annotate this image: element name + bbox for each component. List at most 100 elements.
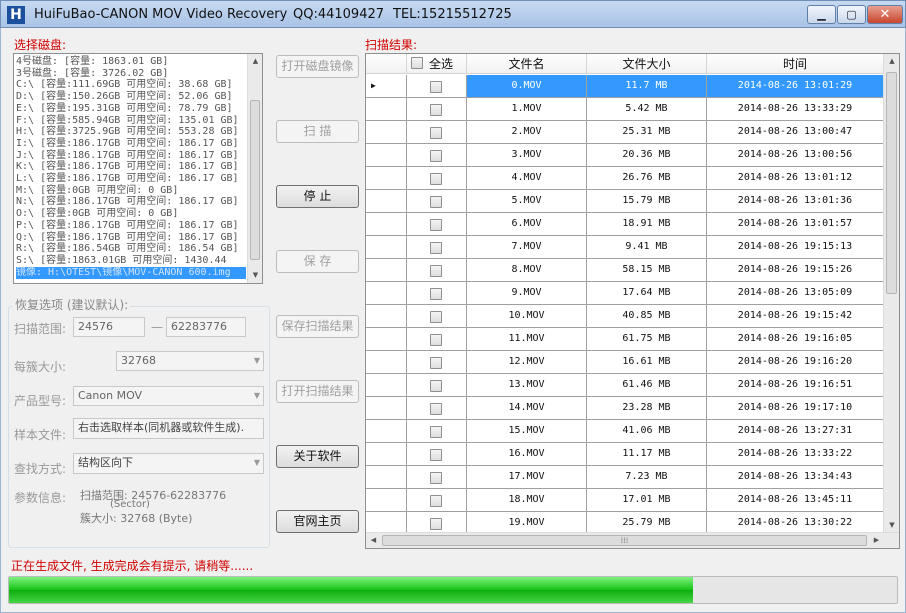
minimize-button[interactable]: ▁: [807, 5, 836, 24]
row-header[interactable]: [366, 236, 407, 259]
select-all-checkbox[interactable]: [411, 57, 423, 69]
cell-name[interactable]: 0.MOV: [467, 75, 587, 98]
results-vertical-scrollbar[interactable]: ▲ ▼: [883, 54, 899, 533]
row-checkbox-cell[interactable]: [407, 489, 467, 512]
sample-file-input[interactable]: 右击选取样本(同机器或软件生成).: [73, 418, 264, 439]
cell-time[interactable]: 2014-08-26 13:27:31: [707, 420, 884, 443]
table-row[interactable]: 9.MOV 17.64 MB 2014-08-26 13:05:09: [366, 282, 884, 305]
cell-size[interactable]: 26.76 MB: [587, 167, 707, 190]
row-checkbox-cell[interactable]: [407, 443, 467, 466]
table-row[interactable]: ▶ 0.MOV 11.7 MB 2014-08-26 13:01:29: [366, 75, 884, 98]
row-checkbox-cell[interactable]: [407, 328, 467, 351]
table-row[interactable]: 7.MOV 9.41 MB 2014-08-26 19:15:13: [366, 236, 884, 259]
cell-name[interactable]: 2.MOV: [467, 121, 587, 144]
row-checkbox[interactable]: [430, 334, 442, 346]
disk-list-item[interactable]: L:\ [容量:186.17GB 可用空间: 186.17 GB]: [16, 173, 239, 185]
cell-name[interactable]: 10.MOV: [467, 305, 587, 328]
disk-list-item[interactable]: E:\ [容量:195.31GB 可用空间: 78.79 GB]: [16, 103, 233, 115]
cell-time[interactable]: 2014-08-26 13:01:36: [707, 190, 884, 213]
disk-list-item[interactable]: C:\ [容量:111.69GB 可用空间: 38.68 GB]: [16, 79, 233, 91]
row-header[interactable]: [366, 374, 407, 397]
disk-listbox[interactable]: 4号磁盘: [容量: 1863.01 GB] 3号磁盘: [容量: 3726.02…: [13, 53, 263, 284]
website-button[interactable]: 官网主页: [276, 510, 359, 533]
row-header[interactable]: [366, 121, 407, 144]
scroll-left-icon[interactable]: ◀: [366, 533, 381, 548]
cell-size[interactable]: 11.17 MB: [587, 443, 707, 466]
scan-end-input[interactable]: 62283776: [166, 317, 246, 337]
cell-time[interactable]: 2014-08-26 19:16:05: [707, 328, 884, 351]
cell-name[interactable]: 6.MOV: [467, 213, 587, 236]
row-checkbox-cell[interactable]: [407, 236, 467, 259]
row-header[interactable]: [366, 305, 407, 328]
disk-list-item[interactable]: O:\ [容量:0GB 可用空间: 0 GB]: [16, 208, 178, 220]
cell-size[interactable]: 5.42 MB: [587, 98, 707, 121]
stop-button[interactable]: 停 止: [276, 185, 359, 208]
cell-time[interactable]: 2014-08-26 13:00:47: [707, 121, 884, 144]
cell-name[interactable]: 17.MOV: [467, 466, 587, 489]
cell-name[interactable]: 9.MOV: [467, 282, 587, 305]
cell-size[interactable]: 41.06 MB: [587, 420, 707, 443]
row-checkbox[interactable]: [430, 472, 442, 484]
row-checkbox-cell[interactable]: [407, 282, 467, 305]
row-checkbox[interactable]: [430, 426, 442, 438]
disk-list-item[interactable]: M:\ [容量:0GB 可用空间: 0 GB]: [16, 185, 178, 197]
row-checkbox-cell[interactable]: [407, 213, 467, 236]
table-row[interactable]: 2.MOV 25.31 MB 2014-08-26 13:00:47: [366, 121, 884, 144]
cell-size[interactable]: 20.36 MB: [587, 144, 707, 167]
row-checkbox[interactable]: [430, 150, 442, 162]
scan-start-input[interactable]: 24576: [73, 317, 145, 337]
table-row[interactable]: 15.MOV 41.06 MB 2014-08-26 13:27:31: [366, 420, 884, 443]
disk-list-item[interactable]: I:\ [容量:186.17GB 可用空间: 186.17 GB]: [16, 138, 239, 150]
row-checkbox-cell[interactable]: [407, 75, 467, 98]
row-checkbox-cell[interactable]: [407, 374, 467, 397]
cell-size[interactable]: 18.91 MB: [587, 213, 707, 236]
table-row[interactable]: 3.MOV 20.36 MB 2014-08-26 13:00:56: [366, 144, 884, 167]
cell-name[interactable]: 16.MOV: [467, 443, 587, 466]
open-disk-image-button[interactable]: 打开磁盘镜像: [276, 55, 359, 78]
cell-name[interactable]: 11.MOV: [467, 328, 587, 351]
close-button[interactable]: ✕: [867, 5, 903, 24]
row-checkbox[interactable]: [430, 518, 442, 530]
cell-name[interactable]: 14.MOV: [467, 397, 587, 420]
row-checkbox-cell[interactable]: [407, 305, 467, 328]
save-scan-results-button[interactable]: 保存扫描结果: [276, 315, 359, 338]
row-checkbox[interactable]: [430, 311, 442, 323]
disk-list-item[interactable]: D:\ [容量:150.26GB 可用空间: 52.06 GB]: [16, 91, 233, 103]
row-header[interactable]: [366, 259, 407, 282]
cell-name[interactable]: 3.MOV: [467, 144, 587, 167]
table-row[interactable]: 10.MOV 40.85 MB 2014-08-26 19:15:42: [366, 305, 884, 328]
disk-list-item[interactable]: F:\ [容量:585.94GB 可用空间: 135.01 GB]: [16, 115, 239, 127]
table-row[interactable]: 4.MOV 26.76 MB 2014-08-26 13:01:12: [366, 167, 884, 190]
table-row[interactable]: 13.MOV 61.46 MB 2014-08-26 19:16:51: [366, 374, 884, 397]
disk-list-item[interactable]: H:\ [容量:3725.9GB 可用空间: 553.28 GB]: [16, 126, 239, 138]
scroll-thumb[interactable]: ⁞⁞⁞: [382, 535, 867, 546]
scroll-up-icon[interactable]: ▲: [248, 54, 262, 69]
row-header[interactable]: [366, 466, 407, 489]
open-scan-results-button[interactable]: 打开扫描结果: [276, 380, 359, 403]
row-checkbox[interactable]: [430, 173, 442, 185]
cell-time[interactable]: 2014-08-26 13:01:12: [707, 167, 884, 190]
cell-size[interactable]: 23.28 MB: [587, 397, 707, 420]
save-button[interactable]: 保 存: [276, 250, 359, 273]
row-checkbox[interactable]: [430, 449, 442, 461]
row-checkbox-cell[interactable]: [407, 420, 467, 443]
disk-list-scrollbar[interactable]: ▲ ▼: [247, 54, 262, 283]
search-method-combo[interactable]: 结构区向下 ▼: [73, 453, 264, 474]
row-checkbox-cell[interactable]: [407, 351, 467, 374]
product-model-combo[interactable]: Canon MOV ▼: [73, 386, 264, 406]
row-checkbox[interactable]: [430, 403, 442, 415]
row-checkbox[interactable]: [430, 288, 442, 300]
table-row[interactable]: 6.MOV 18.91 MB 2014-08-26 13:01:57: [366, 213, 884, 236]
cell-name[interactable]: 5.MOV: [467, 190, 587, 213]
row-header[interactable]: [366, 328, 407, 351]
cell-time[interactable]: 2014-08-26 19:15:42: [707, 305, 884, 328]
results-grid[interactable]: 全选 文件名 文件大小 时间 ▶ 0.MOV 11.7 MB 2014-08-26 1…: [365, 53, 900, 549]
row-header[interactable]: [366, 351, 407, 374]
row-checkbox-cell[interactable]: [407, 144, 467, 167]
cell-size[interactable]: 11.7 MB: [587, 75, 707, 98]
cell-time[interactable]: 2014-08-26 13:33:29: [707, 98, 884, 121]
scroll-right-icon[interactable]: ▶: [869, 533, 884, 548]
cell-size[interactable]: 15.79 MB: [587, 190, 707, 213]
about-button[interactable]: 关于软件: [276, 445, 359, 468]
row-checkbox[interactable]: [430, 81, 442, 93]
